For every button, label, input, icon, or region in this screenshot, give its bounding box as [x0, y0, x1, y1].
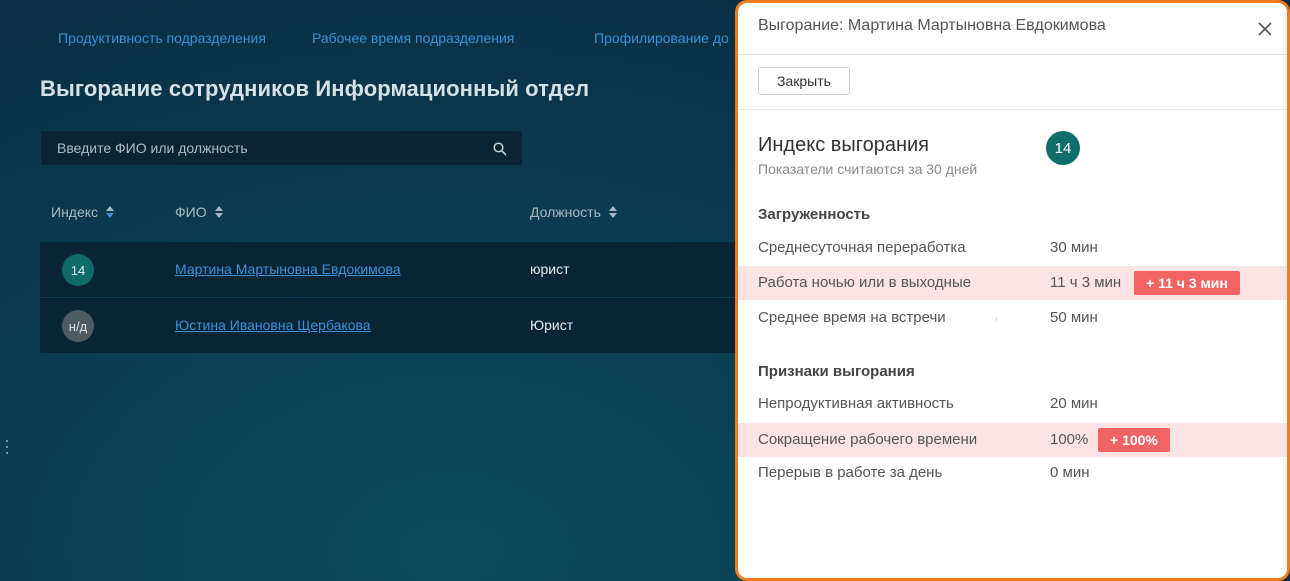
panel-toolbar: Закрыть — [738, 55, 1287, 110]
metric-label: Работа ночью или в выходные — [758, 274, 972, 291]
metric-row-alert: Сокращение рабочего времени 100% + 100% — [738, 423, 1287, 457]
table-row[interactable]: 14 Мартина Мартыновна Евдокимова юрист — [40, 242, 740, 297]
metric-label: Сокращение рабочего времени — [758, 431, 978, 448]
divider — [996, 317, 997, 321]
burnout-index-badge: 14 — [1046, 131, 1080, 165]
metric-row: Перерыв в работе за день 0 мин — [738, 456, 1287, 490]
metric-value: 20 мин — [1050, 395, 1098, 412]
column-header-label: ФИО — [175, 204, 207, 220]
search-input[interactable] — [41, 131, 481, 165]
metric-row-alert: Работа ночью или в выходные 11 ч 3 мин +… — [738, 266, 1287, 300]
metric-label: Перерыв в работе за день — [758, 464, 943, 481]
nav-link-department-productivity[interactable]: Продуктивность подразделения — [58, 30, 266, 46]
metric-value: 100% — [1050, 431, 1089, 448]
column-header-label: Должность — [530, 204, 601, 220]
close-icon[interactable] — [1257, 21, 1273, 37]
sort-icon[interactable] — [106, 206, 115, 218]
column-header-position[interactable]: Должность — [530, 204, 617, 220]
metric-row: Среднесуточная переработка 30 мин — [738, 231, 1287, 265]
metric-row: Среднее время на встречи 50 мин — [738, 301, 1287, 335]
metric-row: Непродуктивная активность 20 мин — [738, 387, 1287, 421]
metric-value: 50 мин — [1050, 309, 1098, 326]
metric-label: Среднее время на встречи — [758, 309, 946, 326]
close-button[interactable]: Закрыть — [758, 67, 850, 95]
search-box — [40, 130, 523, 166]
metric-delta-badge: + 100% — [1098, 428, 1170, 452]
resize-handle[interactable] — [6, 440, 9, 454]
table-header: Индекс ФИО Должность — [40, 204, 740, 224]
burnout-detail-panel: Выгорание: Мартина Мартыновна Евдокимова… — [735, 0, 1290, 581]
burnout-index-badge: 14 — [62, 254, 94, 286]
metric-value: 11 ч 3 мин — [1050, 274, 1122, 291]
metric-label: Среднесуточная переработка — [758, 239, 966, 256]
search-icon[interactable] — [492, 141, 508, 157]
employee-position: Юрист — [530, 317, 574, 333]
employee-name-link[interactable]: Юстина Ивановна Щербакова — [175, 317, 371, 333]
column-header-label: Индекс — [51, 204, 99, 220]
section-heading-burnout-signs: Признаки выгорания — [758, 363, 915, 380]
table-row[interactable]: н/д Юстина Ивановна Щербакова Юрист — [40, 298, 740, 353]
index-subtitle: Показатели считаются за 30 дней — [758, 161, 978, 177]
sort-icon[interactable] — [608, 206, 617, 218]
column-header-index[interactable]: Индекс — [51, 204, 115, 220]
employee-name-link[interactable]: Мартина Мартыновна Евдокимова — [175, 261, 401, 277]
metric-value: 0 мин — [1050, 464, 1090, 481]
employee-position: юрист — [530, 261, 570, 277]
nav-link-profiling[interactable]: Профилирование до — [594, 30, 729, 46]
section-heading-workload: Загруженность — [758, 206, 871, 223]
index-title: Индекс выгорания — [758, 134, 930, 156]
nav-link-department-work-time[interactable]: Рабочее время подразделения — [312, 30, 514, 46]
page-title: Выгорание сотрудников Информационный отд… — [40, 76, 590, 101]
sort-icon[interactable] — [214, 206, 223, 218]
panel-header: Выгорание: Мартина Мартыновна Евдокимова — [738, 3, 1287, 55]
column-header-name[interactable]: ФИО — [175, 204, 223, 220]
burnout-index-badge: н/д — [62, 310, 94, 342]
panel-title: Выгорание: Мартина Мартыновна Евдокимова — [758, 17, 1106, 34]
metric-label: Непродуктивная активность — [758, 395, 954, 412]
metric-delta-badge: + 11 ч 3 мин — [1134, 271, 1240, 295]
metric-value: 30 мин — [1050, 239, 1098, 256]
